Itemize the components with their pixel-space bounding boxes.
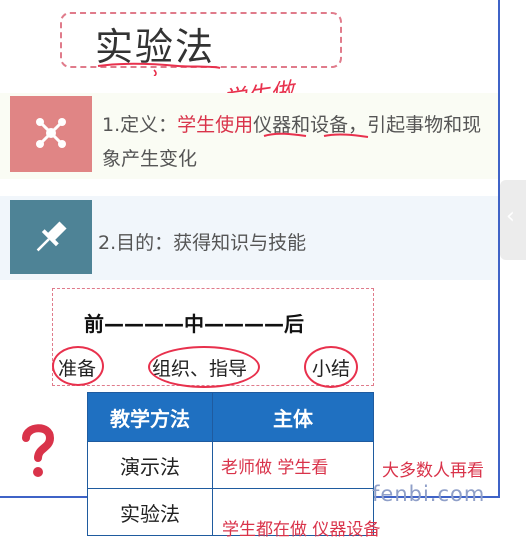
question-mark-icon	[22, 424, 55, 477]
side-note: 大多数人再看	[382, 461, 484, 481]
sequence-line: 前————中————后	[84, 312, 304, 336]
definition-highlight: 学生使用	[177, 114, 254, 136]
table-cell-method: 演示法	[87, 441, 213, 489]
table-header-method: 教学方法	[87, 392, 213, 442]
definition-icon-box	[10, 96, 92, 172]
title-handwritten-underline	[97, 62, 221, 76]
table-header-subject: 主体	[212, 392, 374, 442]
table-cell-method: 实验法	[87, 488, 213, 536]
purpose-text: 2.目的：获得知识与技能	[98, 232, 307, 254]
handwritten-circle-summary	[304, 346, 358, 388]
network-icon	[36, 118, 66, 148]
handwritten-circle-prepare	[52, 346, 104, 386]
chevron-left-icon[interactable]: ‹	[506, 204, 515, 229]
pin-icon	[36, 221, 67, 252]
table-row: 演示法 老师做 学生看	[87, 441, 374, 489]
table-cell-subject: 老师做 学生看	[212, 441, 374, 489]
table-note-experiment: 学生都在做 仪器设备	[222, 520, 381, 540]
purpose-icon-box	[10, 200, 92, 274]
handwritten-circle-organize	[148, 346, 260, 388]
watermark: fenbi.com	[372, 482, 486, 506]
definition-handwritten-underline	[263, 132, 369, 138]
definition-prefix: 1.定义：	[102, 114, 178, 136]
